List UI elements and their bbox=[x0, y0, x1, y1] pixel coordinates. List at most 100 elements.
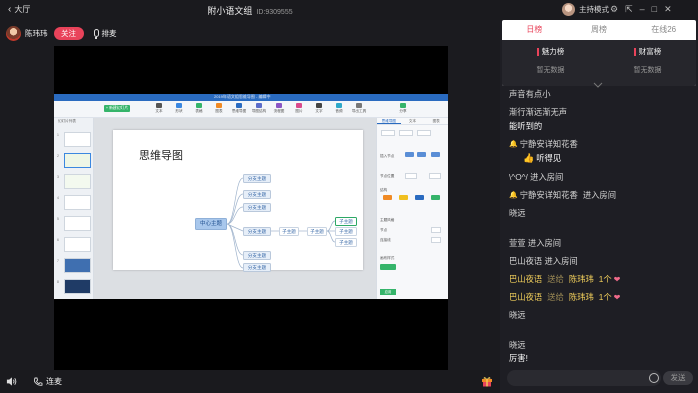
layout-option bbox=[381, 130, 395, 136]
charm-ranking-empty: 暂无数据 bbox=[536, 67, 565, 74]
toolbar-chart: 图表 bbox=[210, 102, 228, 114]
charm-ranking-title: 魅力榜 bbox=[541, 47, 565, 56]
chat-input[interactable] bbox=[507, 370, 661, 386]
chat-message: 萱萱 进入房间 bbox=[509, 238, 562, 248]
tab-daily[interactable]: 日榜 bbox=[502, 20, 567, 40]
props-tab: 文本 bbox=[408, 119, 417, 123]
bell-icon: 🔔 bbox=[509, 141, 518, 148]
position-option bbox=[429, 173, 441, 179]
mindmap-sub-node: 子主题 bbox=[335, 238, 357, 247]
mindmap-branch-node: 分支主题 bbox=[243, 174, 271, 183]
speaker-icon[interactable] bbox=[6, 376, 17, 387]
chat-message: 能听到的 bbox=[509, 121, 543, 131]
toolbar-mindmap: 思维导图 bbox=[230, 102, 248, 114]
shared-screen: 2019年语文组思维导图 - 编辑中 + 新建幻灯片 文本 形状 表格 图表 思… bbox=[54, 94, 448, 299]
popout-icon[interactable]: ⇱ bbox=[625, 4, 633, 15]
mindmap-branch-node: 分支主题 bbox=[243, 190, 271, 199]
mic-queue-label: 排麦 bbox=[101, 28, 117, 38]
mindmap-sub-node: 子主题 bbox=[335, 227, 357, 236]
toolbar-export: 导出工具 bbox=[350, 102, 368, 114]
close-icon[interactable]: ✕ bbox=[664, 4, 672, 15]
toolbar-structure: 导图结构 bbox=[250, 102, 268, 114]
lianmai-button[interactable]: 连麦 bbox=[33, 376, 62, 387]
anchor-avatar[interactable] bbox=[6, 25, 21, 41]
top-bar: ‹ 大厅 附小语文组 ID:9309555 主持模式 ⚙ ⇱ – □ ✕ bbox=[0, 0, 698, 20]
tab-online[interactable]: 在线26 bbox=[631, 20, 696, 40]
host-mode-label: 主持模式 bbox=[579, 5, 609, 14]
slide-thumb: 6 bbox=[57, 237, 91, 252]
thumbs-up-icon: 👍 bbox=[523, 152, 535, 163]
ranking-panel: 日榜 周榜 在线26 魅力榜 暂无数据 财富榜 暂无数据 bbox=[502, 20, 696, 86]
rank-marker bbox=[536, 47, 539, 56]
slide-thumb: 3 bbox=[57, 174, 91, 189]
phone-icon bbox=[34, 377, 43, 386]
charm-ranking: 魅力榜 暂无数据 bbox=[502, 46, 599, 75]
toolbar-shape: 形状 bbox=[170, 102, 188, 114]
host-mode-button[interactable]: 主持模式 bbox=[562, 3, 609, 16]
gift-message: 巴山夜语 送给 陈玮玮 1个 ❤ bbox=[509, 292, 621, 302]
anchor-info: 陈玮玮 关注 排麦 bbox=[6, 24, 117, 42]
bell-icon: 🔔 bbox=[509, 192, 518, 199]
slides-panel: 幻灯片列表 1 2 3 4 5 6 7 8 bbox=[54, 118, 94, 299]
swatch bbox=[415, 195, 424, 200]
chat-message: \^O^/ 进入房间 bbox=[509, 172, 564, 182]
mindmap-sub-node: 子主题 bbox=[279, 227, 299, 236]
chat-message: 晓远 bbox=[509, 340, 526, 350]
chat-message: 声音有点小 bbox=[509, 89, 551, 99]
props-tab: 思维导图 bbox=[377, 118, 401, 124]
toolbar-image: 图片 bbox=[290, 102, 308, 114]
bottom-bar: 连麦 bbox=[0, 370, 500, 393]
layout-option bbox=[417, 130, 431, 136]
apply-button: 应用 bbox=[380, 289, 396, 295]
chat-message: 渐行渐远渐无声 bbox=[509, 107, 568, 117]
tab-weekly[interactable]: 周榜 bbox=[567, 20, 632, 40]
swatch bbox=[431, 152, 440, 157]
swatch bbox=[417, 152, 426, 157]
chat-message: 晓远 bbox=[509, 208, 526, 218]
props-label: 节点 bbox=[380, 228, 388, 232]
slide-thumb: 1 bbox=[57, 132, 91, 147]
toolbar-font: 文字 bbox=[310, 102, 328, 114]
lianmai-label: 连麦 bbox=[46, 377, 62, 386]
mindmap-branch-node: 分支主题 bbox=[243, 227, 271, 236]
swatch bbox=[380, 264, 396, 270]
toolbar-share: 分享 bbox=[394, 102, 412, 114]
room-id: ID:9309555 bbox=[256, 9, 293, 16]
microphone-icon bbox=[93, 29, 99, 39]
wealth-ranking-empty: 暂无数据 bbox=[633, 67, 662, 74]
mic-queue-button[interactable]: 排麦 bbox=[93, 28, 117, 39]
follow-button[interactable]: 关注 bbox=[53, 26, 84, 40]
minimize-icon[interactable]: – bbox=[640, 4, 645, 15]
room-name: 附小语文组 bbox=[207, 6, 253, 16]
props-label: 插入节点 bbox=[380, 154, 395, 158]
room-title: 附小语文组 ID:9309555 bbox=[0, 4, 500, 17]
chat-message: 巴山夜语 进入房间 bbox=[509, 256, 578, 266]
send-button[interactable]: 发送 bbox=[663, 371, 693, 385]
settings-icon[interactable]: ⚙ bbox=[610, 4, 618, 15]
emoji-icon[interactable] bbox=[649, 373, 659, 383]
props-label: 画布样式 bbox=[380, 256, 395, 260]
props-tab: 图表 bbox=[432, 119, 440, 123]
mindmap-center-node: 中心主题 bbox=[195, 218, 227, 230]
gift-icon[interactable] bbox=[481, 375, 493, 387]
toolbar-table: 表格 bbox=[190, 102, 208, 114]
swatch bbox=[399, 195, 408, 200]
mindmap-branch-node: 分支主题 bbox=[243, 251, 271, 260]
mindmap-branch-node: 分支主题 bbox=[243, 203, 271, 212]
mindmap-branch-node: 分支主题 bbox=[243, 263, 271, 272]
maximize-icon[interactable]: □ bbox=[652, 4, 657, 15]
toolbar-audio: 音频 bbox=[330, 102, 348, 114]
props-label: 连接线 bbox=[380, 238, 391, 242]
ranking-content: 魅力榜 暂无数据 财富榜 暂无数据 bbox=[502, 40, 696, 86]
toolbar-text: 文本 bbox=[150, 102, 168, 114]
toolbar-flow: 流程图 bbox=[270, 102, 288, 114]
heart-gift-icon: ❤ bbox=[613, 274, 621, 284]
shared-app-title: 2019年语文组思维导图 - 编辑中 bbox=[214, 94, 271, 99]
slide-canvas: 思维导图 中心主题 分支主题 分支主题 分支主题 分支主题 分支主题 分支主题 … bbox=[94, 118, 376, 299]
rank-marker bbox=[633, 47, 636, 56]
props-label: 节点位置 bbox=[380, 174, 395, 178]
props-label: 主题风格 bbox=[380, 218, 395, 222]
swatch bbox=[431, 195, 440, 200]
properties-tabs: 思维导图 文本 图表 bbox=[377, 118, 448, 125]
position-option bbox=[405, 173, 417, 179]
